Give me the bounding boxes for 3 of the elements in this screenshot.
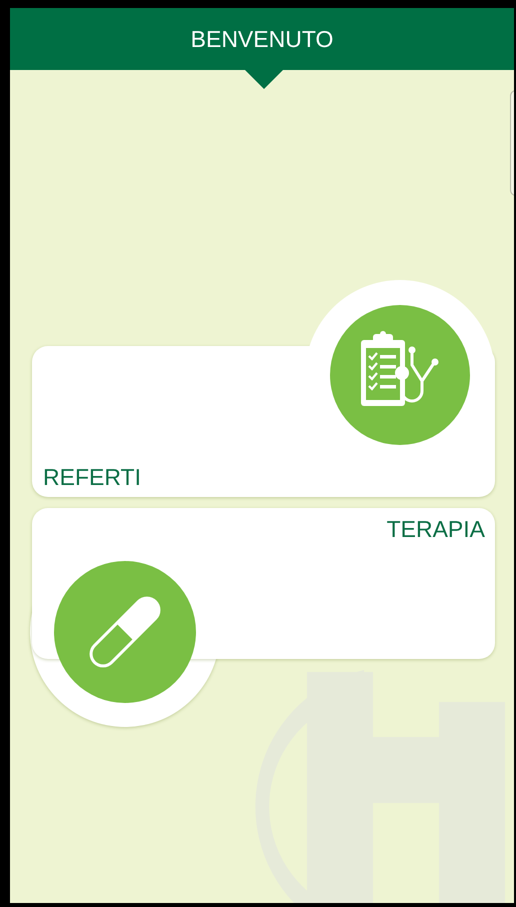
menu-label: REFERTI [43, 466, 141, 489]
header-title: BENVENUTO [190, 24, 334, 54]
menu-label: TERAPIA [386, 518, 485, 541]
